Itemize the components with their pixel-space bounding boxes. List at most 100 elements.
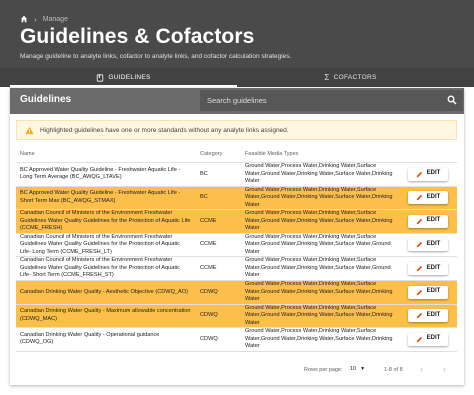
- guideline-name: Canadian Council of Ministers of the Env…: [16, 233, 196, 258]
- table-row: Canadian Drinking Water Quality - Maximu…: [16, 304, 457, 329]
- edit-button[interactable]: EDIT: [408, 285, 448, 299]
- search-icon[interactable]: [447, 95, 457, 105]
- guideline-category: CCME: [196, 209, 241, 234]
- actions-cell: EDIT: [399, 280, 457, 305]
- pencil-icon: [416, 171, 422, 177]
- guidelines-card: Guidelines Highlighted guidelines have o…: [10, 88, 464, 385]
- guideline-name: Canadian Council of Ministers of the Env…: [16, 209, 196, 234]
- pencil-icon: [416, 313, 422, 319]
- breadcrumb-current[interactable]: Manage: [43, 16, 68, 23]
- table-header-row: Name Category Feasible Media Types: [16, 146, 457, 163]
- edit-button[interactable]: EDIT: [408, 238, 448, 252]
- alert-text: Highlighted guidelines have one or more …: [40, 126, 289, 134]
- edit-button-label: EDIT: [426, 170, 441, 177]
- actions-cell: EDIT: [399, 162, 457, 187]
- page-title: Guidelines & Cofactors: [20, 25, 255, 48]
- actions-cell: EDIT: [399, 327, 457, 352]
- edit-button-label: EDIT: [426, 288, 441, 295]
- table-toolbar: Guidelines: [10, 88, 464, 114]
- guideline-name: BC Approved Water Quality Guideline - Fr…: [16, 186, 196, 211]
- actions-cell: EDIT: [399, 256, 457, 281]
- guideline-media-types: Ground Water,Process Water,Drinking Wate…: [241, 233, 399, 258]
- chevron-right-icon[interactable]: ›: [443, 364, 446, 374]
- sigma-icon: Σ: [324, 73, 330, 82]
- column-header-actions: [399, 146, 457, 163]
- tab-cofactors-label: COFACTORS: [333, 74, 377, 81]
- guideline-name: BC Approved Water Quality Guideline - Fr…: [16, 162, 196, 187]
- guideline-media-types: Ground Water,Process Water,Drinking Wate…: [241, 186, 399, 211]
- chevron-right-icon: ›: [34, 14, 37, 24]
- home-icon[interactable]: [20, 15, 28, 23]
- guideline-name: Canadian Drinking Water Quality - Aesthe…: [16, 280, 196, 305]
- actions-cell: EDIT: [399, 186, 457, 211]
- guideline-media-types: Ground Water,Process Water,Drinking Wate…: [241, 327, 399, 352]
- guidelines-table: Name Category Feasible Media Types BC Ap…: [16, 146, 457, 352]
- active-tab-indicator: [10, 85, 237, 87]
- rows-per-page-select[interactable]: 10 ▼: [350, 366, 365, 372]
- chevron-left-icon[interactable]: ‹: [420, 364, 423, 374]
- table-row: BC Approved Water Quality Guideline - Fr…: [16, 162, 457, 187]
- guideline-media-types: Ground Water,Process Water,Drinking Wate…: [241, 162, 399, 187]
- caret-down-icon: ▼: [360, 366, 366, 372]
- search-input[interactable]: [200, 90, 430, 111]
- guideline-media-types: Ground Water,Process Water,Drinking Wate…: [241, 209, 399, 234]
- guideline-media-types: Ground Water,Process Water,Drinking Wate…: [241, 280, 399, 305]
- guideline-category: CDWQ: [196, 327, 241, 352]
- edit-button[interactable]: EDIT: [408, 332, 448, 346]
- pagination: Rows per page: 10 ▼ 1-8 of 8 ‹ ›: [10, 360, 464, 382]
- tab-guidelines-label: GUIDELINES: [108, 74, 151, 81]
- breadcrumb: › Manage: [20, 12, 68, 26]
- pencil-icon: [416, 195, 422, 201]
- guideline-category: CCME: [196, 233, 241, 258]
- guideline-name: Canadian Drinking Water Quality - Operat…: [16, 327, 196, 352]
- actions-cell: EDIT: [399, 209, 457, 234]
- column-header-media[interactable]: Feasible Media Types: [241, 146, 399, 163]
- search-box: [200, 90, 463, 111]
- guideline-category: CDWQ: [196, 304, 241, 329]
- table-title: Guidelines: [20, 94, 72, 105]
- column-header-name[interactable]: Name: [16, 146, 196, 163]
- edit-button-label: EDIT: [426, 311, 441, 318]
- rows-per-page-label: Rows per page:: [304, 367, 343, 373]
- edit-button-label: EDIT: [426, 264, 441, 271]
- edit-button[interactable]: EDIT: [408, 214, 448, 228]
- guideline-category: CDWQ: [196, 280, 241, 305]
- table-row: Canadian Drinking Water Quality - Operat…: [16, 327, 457, 352]
- app-header: › Manage Guidelines & Cofactors Manage g…: [0, 0, 474, 68]
- actions-cell: EDIT: [399, 304, 457, 329]
- table-row: Canadian Drinking Water Quality - Aesthe…: [16, 280, 457, 305]
- page-subtitle: Manage guideline to analyte links, cofac…: [20, 53, 292, 60]
- guidelines-book-icon: [97, 73, 104, 82]
- table-row: Canadian Council of Ministers of the Env…: [16, 256, 457, 281]
- table-row: Canadian Council of Ministers of the Env…: [16, 233, 457, 258]
- guideline-category: BC: [196, 162, 241, 187]
- table-row: Canadian Council of Ministers of the Env…: [16, 209, 457, 234]
- guideline-media-types: Ground Water,Process Water,Drinking Wate…: [241, 304, 399, 329]
- warning-icon: [25, 126, 34, 134]
- edit-button-label: EDIT: [426, 335, 441, 342]
- edit-button-label: EDIT: [426, 217, 441, 224]
- guideline-category: BC: [196, 186, 241, 211]
- guideline-category: CCME: [196, 256, 241, 281]
- guideline-media-types: Ground Water,Process Water,Drinking Wate…: [241, 256, 399, 281]
- table-row: BC Approved Water Quality Guideline - Fr…: [16, 186, 457, 211]
- pencil-icon: [416, 242, 422, 248]
- page-range: 1-8 of 8: [384, 367, 403, 373]
- pencil-icon: [416, 265, 422, 272]
- edit-button[interactable]: EDIT: [408, 309, 448, 323]
- edit-button-label: EDIT: [426, 193, 441, 200]
- edit-button-label: EDIT: [426, 241, 441, 248]
- edit-button[interactable]: EDIT: [408, 191, 448, 205]
- column-header-category[interactable]: Category: [196, 146, 241, 163]
- actions-cell: EDIT: [399, 233, 457, 258]
- guideline-name: Canadian Drinking Water Quality - Maximu…: [16, 304, 196, 329]
- edit-button[interactable]: EDIT: [408, 261, 448, 275]
- pencil-icon: [416, 218, 422, 225]
- rows-per-page-value: 10: [350, 366, 357, 372]
- warning-alert: Highlighted guidelines have one or more …: [16, 120, 457, 140]
- pencil-icon: [416, 336, 422, 343]
- pencil-icon: [416, 289, 422, 295]
- tab-cofactors[interactable]: Σ COFACTORS: [237, 68, 464, 87]
- edit-button[interactable]: EDIT: [408, 167, 448, 181]
- guideline-name: Canadian Council of Ministers of the Env…: [16, 256, 196, 281]
